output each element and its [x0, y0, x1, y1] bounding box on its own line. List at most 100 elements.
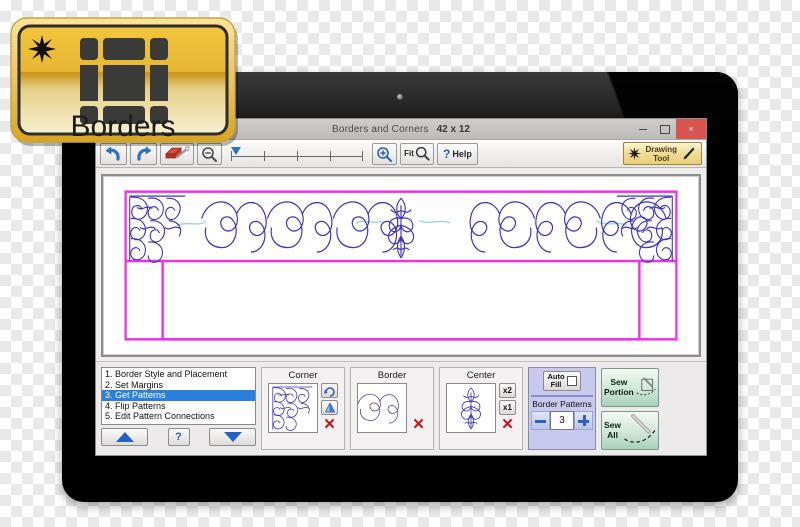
auto-fill-button[interactable]: Auto Fill [543, 371, 581, 391]
canvas-area [96, 168, 706, 361]
center-panel-buttons: x2 x1 ✕ [499, 383, 516, 432]
border-patterns-value[interactable]: 3 [550, 411, 574, 430]
auto-fill-label: Auto Fill [547, 373, 564, 389]
triangle-down-icon [223, 432, 242, 442]
border-patterns-decrease-button[interactable] [531, 411, 550, 430]
zoom-slider[interactable] [227, 143, 367, 165]
step-item-5[interactable]: 5. Edit Pattern Connections [102, 411, 255, 422]
window-controls: × [632, 119, 706, 139]
auto-fill-checkbox[interactable] [566, 376, 577, 386]
slider-tick [330, 150, 331, 161]
drawing-tool-label: Drawing Tool [645, 145, 677, 163]
rotate-icon [323, 386, 335, 397]
drawing-tool-line2: Tool [653, 153, 670, 163]
corner-pattern-thumbnail[interactable] [268, 383, 318, 433]
fit-button[interactable]: Fit [400, 142, 434, 165]
center-panel-row: x2 x1 ✕ [446, 383, 516, 433]
border-pattern-thumbnail[interactable] [357, 383, 407, 433]
step-up-button[interactable] [101, 428, 148, 446]
needle-icon [624, 413, 656, 443]
sew-all-button[interactable]: Sew All [601, 411, 659, 450]
sew-all-line2: All [607, 429, 618, 440]
center-medallion-pattern [461, 387, 481, 430]
sew-portion-line2: Portion [604, 386, 634, 397]
close-button[interactable]: × [676, 119, 706, 139]
border-panel-title: Border [377, 370, 407, 381]
fit-label: Fit [404, 149, 414, 158]
step-item-1[interactable]: 1. Border Style and Placement [102, 369, 255, 380]
step-down-button[interactable] [209, 428, 256, 446]
maximize-button[interactable] [654, 119, 676, 139]
center-x1-button[interactable]: x1 [499, 400, 516, 415]
steps-section: 1. Border Style and Placement 2. Set Mar… [101, 367, 256, 450]
zoom-in-icon [377, 146, 392, 162]
corner-flip-button[interactable] [321, 400, 338, 415]
corner-panel-title: Corner [288, 370, 318, 381]
steps-navigation: ? [101, 428, 256, 446]
corner-panel-buttons: ✕ [321, 383, 338, 432]
corner-delete-button[interactable]: ✕ [321, 417, 338, 432]
autofill-panel: Auto Fill Border Patterns 3 [528, 367, 596, 450]
starburst-icon [28, 35, 56, 63]
quilt-design-canvas[interactable] [101, 174, 701, 357]
minimize-icon [639, 128, 647, 130]
center-panel-title: Center [466, 370, 496, 381]
divider [531, 395, 593, 397]
sew-portion-label: Sew Portion [604, 377, 634, 397]
slider-tick [297, 150, 298, 161]
camera-icon [397, 94, 403, 100]
help-question-icon: ? [443, 146, 451, 161]
slider-tick [264, 150, 265, 161]
pencil-icon [683, 147, 695, 159]
center-panel: Center x2 x1 ✕ [439, 367, 523, 450]
border-meander-pattern [358, 393, 399, 424]
center-pattern-thumbnail[interactable] [446, 383, 496, 433]
sew-portion-line1: Sew [610, 377, 628, 387]
corner-panel: Corner ✕ [261, 367, 345, 450]
minimize-button[interactable] [632, 119, 654, 139]
fit-magnifier-icon [415, 146, 430, 161]
maximize-icon [660, 124, 670, 134]
sew-all-line1: Sew [604, 420, 622, 430]
drawing-tool-button[interactable]: Drawing Tool [623, 142, 702, 165]
starburst-icon [628, 147, 642, 160]
slider-tick [362, 150, 363, 161]
sew-portion-button[interactable]: Sew Portion [601, 368, 659, 407]
sew-section: Sew Portion Sew All [601, 367, 659, 450]
sew-all-label: Sew All [604, 420, 622, 440]
center-x2-button[interactable]: x2 [499, 383, 516, 398]
help-button[interactable]: ? Help [437, 142, 478, 165]
borders-badge: Borders [10, 17, 238, 146]
corner-rotate-button[interactable] [321, 383, 338, 398]
zoom-in-button[interactable] [372, 142, 397, 165]
steps-help-button[interactable]: ? [167, 428, 190, 446]
auto-fill-line2: Fill [550, 380, 562, 389]
border-panel: Border ✕ [350, 367, 434, 450]
border-patterns-label: Border Patterns [532, 399, 592, 409]
border-patterns-stepper: 3 [531, 411, 593, 430]
border-patterns-increase-button[interactable] [574, 411, 593, 430]
border-panel-row: ✕ [357, 383, 427, 433]
flip-icon [324, 402, 335, 412]
border-panel-buttons: ✕ [410, 383, 427, 432]
step-item-2[interactable]: 2. Set Margins [102, 380, 255, 391]
steps-list[interactable]: 1. Border Style and Placement 2. Set Mar… [101, 367, 256, 425]
needle-icon [636, 377, 656, 396]
window-title: Borders and Corners [332, 123, 429, 135]
corner-top-left [129, 195, 186, 263]
help-label: Help [452, 148, 472, 159]
corner-panel-row: ✕ [268, 383, 338, 433]
triangle-up-icon [115, 432, 134, 442]
step-item-4[interactable]: 4. Flip Patterns [102, 401, 255, 412]
window-dimensions: 42 x 12 [436, 123, 470, 135]
corner-feather-pattern [272, 386, 313, 431]
step-item-3[interactable]: 3. Get Patterns [102, 390, 255, 401]
badge-label: Borders [70, 110, 175, 143]
drawing-tool-line1: Drawing [645, 144, 677, 154]
center-delete-button[interactable]: ✕ [499, 417, 516, 432]
bottom-panel: 1. Border Style and Placement 2. Set Mar… [96, 361, 706, 455]
border-delete-button[interactable]: ✕ [410, 417, 427, 432]
application-window: Borders and Corners 42 x 12 × Fit ? Help… [95, 118, 707, 456]
